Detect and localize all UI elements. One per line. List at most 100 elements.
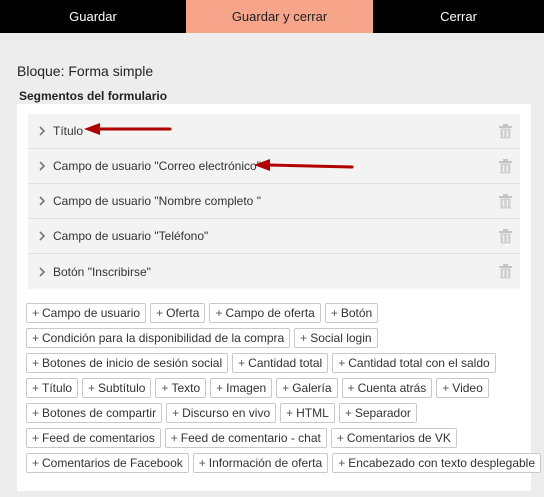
add-segment-button[interactable]: + Condición para la disponibilidad de la … bbox=[26, 328, 291, 348]
segment-row[interactable]: Campo de usuario "Teléfono" bbox=[28, 219, 520, 254]
plus-icon: + bbox=[282, 381, 290, 395]
trash-icon[interactable] bbox=[499, 159, 512, 174]
chevron-right-icon[interactable] bbox=[39, 161, 51, 171]
add-segment-button[interactable]: + Campo de oferta bbox=[209, 303, 321, 323]
add-segment-label: Feed de comentarios bbox=[42, 431, 155, 445]
add-segment-button[interactable]: + Campo de usuario bbox=[26, 303, 147, 323]
chevron-right-icon[interactable] bbox=[39, 231, 51, 241]
add-segment-button[interactable]: + Feed de comentarios bbox=[26, 428, 161, 448]
add-button-row: + Condición para la disponibilidad de la … bbox=[26, 328, 526, 348]
segment-label: Título bbox=[53, 124, 84, 138]
plus-icon: + bbox=[300, 331, 308, 345]
add-segment-button[interactable]: + Texto bbox=[155, 378, 207, 398]
add-segment-label: Botón bbox=[340, 306, 373, 320]
add-segment-button[interactable]: + Título bbox=[26, 378, 79, 398]
close-button[interactable]: Cerrar bbox=[373, 0, 544, 33]
segment-label: Campo de usuario "Teléfono" bbox=[53, 229, 209, 243]
add-segment-label: Subtítulo bbox=[98, 381, 146, 395]
add-segment-label: Cantidad total bbox=[248, 356, 323, 370]
add-segment-button[interactable]: + HTML bbox=[280, 403, 335, 423]
add-segment-label: Comentarios de VK bbox=[346, 431, 451, 445]
trash-icon[interactable] bbox=[499, 229, 512, 244]
add-segment-label: Cuenta atrás bbox=[357, 381, 427, 395]
add-segment-button[interactable]: + Cuenta atrás bbox=[341, 378, 433, 398]
add-segment-label: Información de oferta bbox=[208, 456, 323, 470]
plus-icon: + bbox=[32, 381, 40, 395]
add-button-row: + Campo de usuario + Oferta + Campo de oferta… bbox=[26, 303, 526, 323]
add-segment-button[interactable]: + Comentarios de VK bbox=[330, 428, 457, 448]
plus-icon: + bbox=[32, 356, 40, 370]
add-segment-label: Cantidad total con el saldo bbox=[348, 356, 490, 370]
plus-icon: + bbox=[238, 356, 246, 370]
add-button-row: + Botones de compartir + Discurso en vivo + H… bbox=[26, 403, 526, 423]
add-segment-button[interactable]: + Discurso en vivo bbox=[166, 403, 277, 423]
plus-icon: + bbox=[198, 456, 206, 470]
segment-row[interactable]: Campo de usuario "Nombre completo " bbox=[28, 184, 520, 219]
add-button-row: + Feed de comentarios + Feed de comentario … bbox=[26, 428, 526, 448]
add-segment-button[interactable]: + Cantidad total bbox=[232, 353, 329, 373]
add-segment-button[interactable]: + Separador bbox=[338, 403, 417, 423]
add-button-row: + Comentarios de Facebook + Información de … bbox=[26, 453, 542, 473]
section-title: Segmentos del formulario bbox=[19, 89, 168, 103]
add-segment-button[interactable]: + Feed de comentario - chat bbox=[164, 428, 327, 448]
add-segment-button[interactable]: + Encabezado con texto desplegable bbox=[332, 453, 542, 473]
plus-icon: + bbox=[215, 306, 223, 320]
add-segment-button[interactable]: + Cantidad total con el saldo bbox=[332, 353, 496, 373]
segment-list: Título Campo de usuario "Correo electróni… bbox=[28, 114, 520, 289]
add-segment-label: Condición para la disponibilidad de la c… bbox=[42, 331, 285, 345]
plus-icon: + bbox=[32, 456, 40, 470]
add-segment-label: Galería bbox=[292, 381, 332, 395]
add-segment-button[interactable]: + Comentarios de Facebook bbox=[26, 453, 189, 473]
plus-icon: + bbox=[88, 381, 96, 395]
segment-row[interactable]: Botón "Inscribirse" bbox=[28, 254, 520, 289]
add-segment-button[interactable]: + Botones de inicio de sesión social bbox=[26, 353, 229, 373]
add-segment-button[interactable]: + Botón bbox=[324, 303, 379, 323]
chevron-right-icon[interactable] bbox=[39, 266, 51, 277]
segment-label: Campo de usuario "Correo electrónico" bbox=[53, 159, 261, 173]
segment-label: Botón "Inscribirse" bbox=[53, 264, 151, 279]
trash-icon[interactable] bbox=[499, 264, 512, 279]
add-segment-label: Título bbox=[42, 381, 73, 395]
plus-icon: + bbox=[336, 431, 344, 445]
add-segment-button[interactable]: + Imagen bbox=[210, 378, 273, 398]
add-segment-label: Encabezado con texto desplegable bbox=[348, 456, 536, 470]
plus-icon: + bbox=[442, 381, 450, 395]
add-segment-label: Campo de usuario bbox=[42, 306, 141, 320]
add-segment-button[interactable]: + Video bbox=[436, 378, 489, 398]
add-segment-label: Discurso en vivo bbox=[182, 406, 271, 420]
segment-row[interactable]: Campo de usuario "Correo electrónico" bbox=[28, 149, 520, 184]
add-segment-label: Imagen bbox=[226, 381, 267, 395]
plus-icon: + bbox=[156, 306, 164, 320]
add-segment-label: HTML bbox=[296, 406, 329, 420]
plus-icon: + bbox=[338, 456, 346, 470]
chevron-right-icon[interactable] bbox=[39, 196, 51, 206]
add-segment-label: Oferta bbox=[166, 306, 200, 320]
add-segment-button[interactable]: + Social login bbox=[294, 328, 378, 348]
add-segment-label: Social login bbox=[310, 331, 372, 345]
add-segment-label: Botones de inicio de sesión social bbox=[42, 356, 223, 370]
plus-icon: + bbox=[344, 406, 352, 420]
trash-icon[interactable] bbox=[499, 194, 512, 209]
add-segment-button[interactable]: + Galería bbox=[276, 378, 338, 398]
add-segment-label: Comentarios de Facebook bbox=[42, 456, 183, 470]
add-button-row: + Título + Subtítulo + Texto + Imagen + Galería + C… bbox=[26, 378, 526, 398]
plus-icon: + bbox=[32, 406, 40, 420]
plus-icon: + bbox=[170, 431, 178, 445]
block-title: Bloque: Forma simple bbox=[17, 63, 154, 79]
save-button[interactable]: Guardar bbox=[0, 0, 186, 33]
add-segment-buttons: + Campo de usuario + Oferta + Campo de oferta… bbox=[26, 303, 542, 478]
add-segment-button[interactable]: + Oferta bbox=[150, 303, 206, 323]
save-and-close-button[interactable]: Guardar y cerrar bbox=[186, 0, 373, 33]
add-segment-label: Campo de oferta bbox=[225, 306, 315, 320]
add-button-row: + Botones de inicio de sesión social + Cant… bbox=[26, 353, 526, 373]
plus-icon: + bbox=[32, 331, 40, 345]
add-segment-button[interactable]: + Subtítulo bbox=[82, 378, 152, 398]
plus-icon: + bbox=[286, 406, 294, 420]
segment-row[interactable]: Título bbox=[28, 114, 520, 149]
chevron-right-icon[interactable] bbox=[39, 126, 51, 136]
add-segment-button[interactable]: + Información de oferta bbox=[192, 453, 329, 473]
add-segment-button[interactable]: + Botones de compartir bbox=[26, 403, 163, 423]
trash-icon[interactable] bbox=[499, 124, 512, 139]
plus-icon: + bbox=[32, 431, 40, 445]
plus-icon: + bbox=[330, 306, 338, 320]
